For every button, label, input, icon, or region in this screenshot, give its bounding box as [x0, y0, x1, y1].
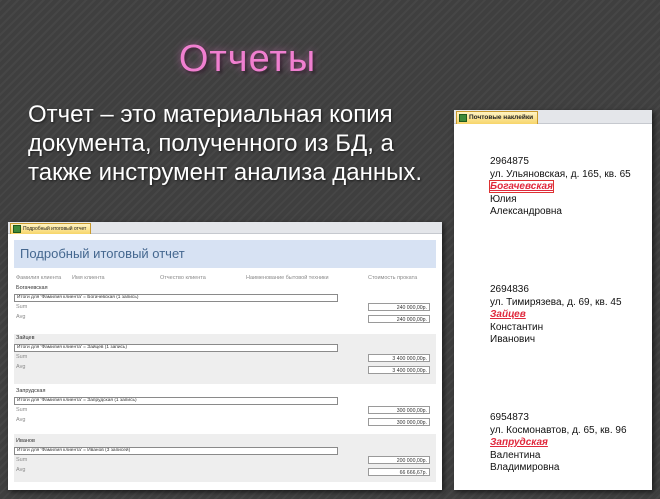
avg-value[interactable]: 3 400 000,00р. [368, 366, 430, 374]
sum-value[interactable]: 200 000,00р. [368, 456, 430, 464]
report-group: Запрудская Итоги для 'Фамилия клиента' =… [14, 384, 436, 434]
group-summary: Итоги для 'Фамилия клиента' = Зайцев (1 … [14, 344, 338, 352]
label-address: ул. Тимирязева, д. 69, кв. 45 [490, 296, 622, 308]
label-patronymic: Владимировна [490, 462, 560, 473]
label-surname: Запрудская [490, 437, 548, 448]
group-summary: Итоги для 'Фамилия клиента' = Богачевска… [14, 294, 338, 302]
report-icon [459, 114, 467, 122]
label-patronymic: Иванович [490, 334, 536, 345]
sum-label: Sum [16, 407, 28, 413]
slide-title: Отчеты [178, 38, 317, 80]
label-patronymic: Александровна [490, 206, 562, 217]
label-name: Валентина [490, 449, 541, 461]
report-column-headers: Фамилия клиента Имя клиента Отчество кли… [14, 272, 436, 284]
group-summary: Итоги для 'Фамилия клиента' = Иванов (3 … [14, 447, 338, 455]
mailing-labels-screenshot: Почтовые наклейки 2964875 ул. Ульяновска… [454, 110, 652, 490]
report-icon [13, 225, 21, 233]
column-header: Фамилия клиента [16, 275, 62, 281]
report-tab-label: Подробный итоговый отчет [23, 226, 87, 232]
report-group: Зайцев Итоги для 'Фамилия клиента' = Зай… [14, 334, 436, 384]
report-tabbar: Подробный итоговый отчет [8, 222, 442, 234]
sum-label: Sum [16, 354, 28, 360]
sum-value[interactable]: 240 000,00р. [368, 303, 430, 311]
report-group: Иванов Итоги для 'Фамилия клиента' = Ива… [14, 434, 436, 482]
sum-value[interactable]: 300 000,00р. [368, 406, 430, 414]
avg-label: Avg [16, 467, 26, 473]
labels-tab[interactable]: Почтовые наклейки [456, 111, 539, 124]
sum-label: Sum [16, 304, 28, 310]
sum-label: Sum [16, 457, 28, 463]
label-index: 6954873 [490, 412, 529, 423]
mailing-label: 2964875 ул. Ульяновская, д. 165, кв. 65 … [489, 156, 631, 219]
label-surname: Зайцев [490, 309, 526, 320]
column-header: Отчество клиента [160, 275, 206, 281]
label-name: Юлия [490, 193, 517, 205]
label-address: ул. Ульяновская, д. 165, кв. 65 [490, 168, 631, 180]
report-screenshot: Подробный итоговый отчет Подробный итого… [8, 222, 442, 490]
slide-body-text: Отчет – это материальная копия документа… [28, 101, 423, 186]
labels-tab-label: Почтовые наклейки [469, 114, 534, 121]
label-name: Константин [490, 321, 544, 333]
label-index: 2964875 [490, 156, 529, 167]
label-index: 2694836 [490, 284, 529, 295]
group-name: Зайцев [16, 335, 35, 341]
report-header: Подробный итоговый отчет [14, 240, 436, 268]
labels-tabbar: Почтовые наклейки [454, 110, 652, 124]
avg-label: Avg [16, 314, 26, 320]
group-summary: Итоги для 'Фамилия клиента' = Запрудская… [14, 397, 338, 405]
column-header: Имя клиента [72, 275, 105, 281]
avg-value[interactable]: 300 000,00р. [368, 418, 430, 426]
sum-value[interactable]: 3 400 000,00р. [368, 354, 430, 362]
report-group: Богачевская Итоги для 'Фамилия клиента' … [14, 284, 436, 334]
column-header: Наименование бытовой техники [246, 275, 329, 281]
group-name: Иванов [16, 438, 35, 444]
label-address: ул. Космонавтов, д. 65, кв. 96 [490, 424, 627, 436]
avg-value[interactable]: 66 666,67р. [368, 468, 430, 476]
group-name: Запрудская [16, 388, 46, 394]
mailing-label: 2694836 ул. Тимирязева, д. 69, кв. 45 За… [490, 284, 622, 347]
avg-label: Avg [16, 417, 26, 423]
mailing-label: 6954873 ул. Космонавтов, д. 65, кв. 96 З… [490, 412, 627, 475]
avg-value[interactable]: 240 000,00р. [368, 315, 430, 323]
column-header: Стоимость проката [368, 275, 418, 281]
avg-label: Avg [16, 364, 26, 370]
label-surname[interactable]: Богачевская [489, 180, 554, 193]
group-name: Богачевская [16, 285, 48, 291]
report-tab[interactable]: Подробный итоговый отчет [10, 223, 92, 234]
